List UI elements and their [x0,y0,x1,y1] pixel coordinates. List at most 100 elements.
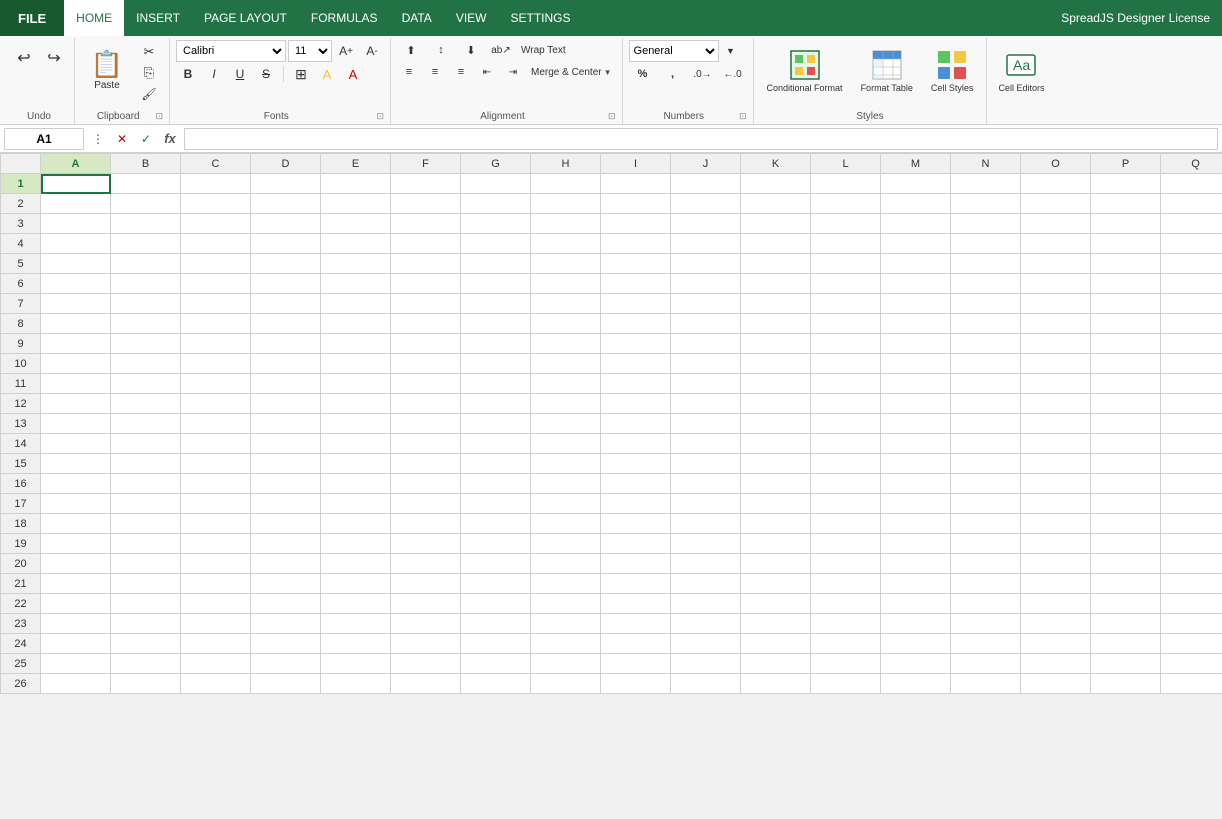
col-header-P[interactable]: P [1091,154,1161,174]
cell-H5[interactable] [531,254,601,274]
cancel-formula-btn[interactable]: ✕ [112,129,132,149]
row-header-7[interactable]: 7 [1,294,41,314]
cell-H24[interactable] [531,634,601,654]
cell-A10[interactable] [41,354,111,374]
cell-B2[interactable] [111,194,181,214]
cell-I16[interactable] [601,474,671,494]
cell-F4[interactable] [391,234,461,254]
row-header-2[interactable]: 2 [1,194,41,214]
cell-C26[interactable] [181,674,251,694]
cell-I18[interactable] [601,514,671,534]
col-header-Q[interactable]: Q [1161,154,1222,174]
cell-C4[interactable] [181,234,251,254]
cell-O23[interactable] [1021,614,1091,634]
cell-F22[interactable] [391,594,461,614]
cell-L13[interactable] [811,414,881,434]
cell-M5[interactable] [881,254,951,274]
cell-D15[interactable] [251,454,321,474]
cell-D26[interactable] [251,674,321,694]
col-header-I[interactable]: I [601,154,671,174]
cell-H25[interactable] [531,654,601,674]
cell-J17[interactable] [671,494,741,514]
cell-J3[interactable] [671,214,741,234]
cell-B22[interactable] [111,594,181,614]
copy-button[interactable]: ⎘ [135,63,163,83]
cell-F20[interactable] [391,554,461,574]
cell-G18[interactable] [461,514,531,534]
cell-C10[interactable] [181,354,251,374]
cell-O12[interactable] [1021,394,1091,414]
cell-P1[interactable] [1091,174,1161,194]
cell-K8[interactable] [741,314,811,334]
cell-H8[interactable] [531,314,601,334]
cell-E23[interactable] [321,614,391,634]
cell-G26[interactable] [461,674,531,694]
cell-F1[interactable] [391,174,461,194]
cell-C6[interactable] [181,274,251,294]
cell-K12[interactable] [741,394,811,414]
cell-B20[interactable] [111,554,181,574]
cell-P6[interactable] [1091,274,1161,294]
cell-B15[interactable] [111,454,181,474]
cell-I21[interactable] [601,574,671,594]
number-format-expand-btn[interactable]: ▼ [721,40,741,62]
cell-C12[interactable] [181,394,251,414]
cell-editors-button[interactable]: Aa Cell Editors [993,40,1049,100]
cell-K6[interactable] [741,274,811,294]
row-header-17[interactable]: 17 [1,494,41,514]
cell-K20[interactable] [741,554,811,574]
row-header-6[interactable]: 6 [1,274,41,294]
align-top-btn[interactable]: ⬆ [397,40,425,60]
cell-P15[interactable] [1091,454,1161,474]
cell-O13[interactable] [1021,414,1091,434]
cell-I25[interactable] [601,654,671,674]
cell-P4[interactable] [1091,234,1161,254]
cell-J23[interactable] [671,614,741,634]
col-header-M[interactable]: M [881,154,951,174]
formula-bar-options-btn[interactable]: ⋮ [88,129,108,149]
col-header-E[interactable]: E [321,154,391,174]
cell-I1[interactable] [601,174,671,194]
col-header-A[interactable]: A [41,154,111,174]
cell-P24[interactable] [1091,634,1161,654]
cell-E15[interactable] [321,454,391,474]
cell-F24[interactable] [391,634,461,654]
cell-Q26[interactable] [1161,674,1222,694]
cell-C1[interactable] [181,174,251,194]
cell-N1[interactable] [951,174,1021,194]
cell-F11[interactable] [391,374,461,394]
cell-M24[interactable] [881,634,951,654]
cell-D17[interactable] [251,494,321,514]
cell-B11[interactable] [111,374,181,394]
cell-P26[interactable] [1091,674,1161,694]
cell-D20[interactable] [251,554,321,574]
cell-I10[interactable] [601,354,671,374]
cell-Q14[interactable] [1161,434,1222,454]
cell-I14[interactable] [601,434,671,454]
cell-H11[interactable] [531,374,601,394]
cell-L1[interactable] [811,174,881,194]
cell-J13[interactable] [671,414,741,434]
cell-D10[interactable] [251,354,321,374]
cell-H12[interactable] [531,394,601,414]
cell-C25[interactable] [181,654,251,674]
cell-P9[interactable] [1091,334,1161,354]
cell-I7[interactable] [601,294,671,314]
cell-C22[interactable] [181,594,251,614]
cell-N13[interactable] [951,414,1021,434]
cell-Q3[interactable] [1161,214,1222,234]
cell-N12[interactable] [951,394,1021,414]
cell-N19[interactable] [951,534,1021,554]
cell-D5[interactable] [251,254,321,274]
percent-btn[interactable]: % [629,64,657,84]
cell-O22[interactable] [1021,594,1091,614]
cell-F17[interactable] [391,494,461,514]
cell-N2[interactable] [951,194,1021,214]
cell-D3[interactable] [251,214,321,234]
wrap-text-button[interactable]: Wrap Text [517,40,570,60]
cell-E6[interactable] [321,274,391,294]
cell-J14[interactable] [671,434,741,454]
cell-Q1[interactable] [1161,174,1222,194]
cell-K25[interactable] [741,654,811,674]
cell-K22[interactable] [741,594,811,614]
